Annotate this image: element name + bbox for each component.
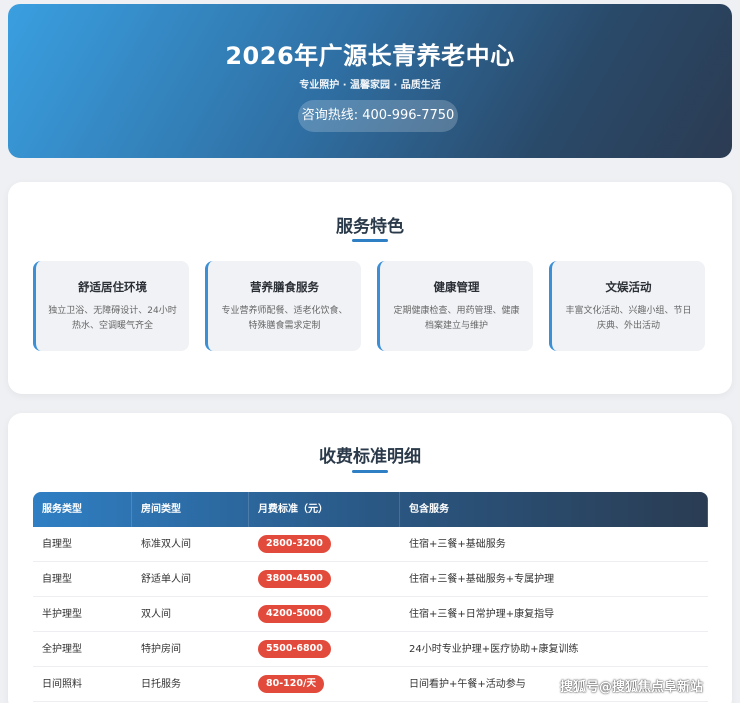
table-row: 半护理型 双人间 4200-5000 住宿+三餐+日常护理+康复指导 <box>33 597 708 632</box>
card-desc: 定期健康检查、用药管理、健康档案建立与维护 <box>393 306 520 331</box>
services-title: 服务特色 <box>336 217 404 237</box>
table-header: 服务类型 房间类型 月费标准（元） 包含服务 <box>33 492 708 527</box>
cell-price: 5500-6800 <box>249 632 400 666</box>
page-title: 2026年广源长青养老中心 <box>225 42 515 70</box>
service-card-nutrition[interactable]: 营养膳食服务 专业营养师配餐、适老化饮食、特殊膳食需求定制 <box>205 261 361 351</box>
fees-title: 收费标准明细 <box>319 447 421 467</box>
table-row: 自理型 标准双人间 2800-3200 住宿+三餐+基础服务 <box>33 527 708 562</box>
cell-room-type: 双人间 <box>141 609 171 620</box>
table-row: 全护理型 特护房间 5500-6800 24小时专业护理+医疗协助+康复训练 <box>33 632 708 667</box>
cell-price: 3800-4500 <box>249 562 400 596</box>
fees-section: 收费标准明细 服务类型 房间类型 月费标准（元） 包含服务 自理型 标准双人间 … <box>8 413 732 703</box>
price-badge: 3800-4500 <box>258 570 331 588</box>
header-service-type: 服务类型 <box>33 492 132 527</box>
cell-room-type: 特护房间 <box>141 644 181 655</box>
cell-service-type: 半护理型 <box>42 609 82 620</box>
price-badge: 80-120/天 <box>258 675 324 693</box>
hero-banner: 2026年广源长青养老中心 专业照护 · 温馨家园 · 品质生活 咨询热线: 4… <box>8 4 732 158</box>
title-underline <box>352 239 388 242</box>
service-card-living[interactable]: 舒适居住环境 独立卫浴、无障碍设计、24小时热水、空调暖气齐全 <box>33 261 189 351</box>
card-title: 舒适居住环境 <box>78 280 147 294</box>
cell-includes: 24小时专业护理+医疗协助+康复训练 <box>409 644 579 655</box>
card-title: 文娱活动 <box>605 280 652 294</box>
title-underline <box>352 470 388 473</box>
cell-includes: 住宿+三餐+基础服务 <box>409 539 506 550</box>
fee-table: 服务类型 房间类型 月费标准（元） 包含服务 自理型 标准双人间 2800-32… <box>33 492 708 702</box>
price-badge: 4200-5000 <box>258 605 331 623</box>
cell-includes: 住宿+三餐+日常护理+康复指导 <box>409 609 555 620</box>
table-row: 自理型 舒适单人间 3800-4500 住宿+三餐+基础服务+专属护理 <box>33 562 708 597</box>
service-card-health[interactable]: 健康管理 定期健康检查、用药管理、健康档案建立与维护 <box>377 261 533 351</box>
services-section: 服务特色 舒适居住环境 独立卫浴、无障碍设计、24小时热水、空调暖气齐全 营养膳… <box>8 182 732 394</box>
hero-subtitle: 专业照护 · 温馨家园 · 品质生活 <box>299 80 441 91</box>
service-card-recreation[interactable]: 文娱活动 丰富文化活动、兴趣小组、节日庆典、外出活动 <box>549 261 705 351</box>
cell-service-type: 自理型 <box>42 539 72 550</box>
header-monthly-fee: 月费标准（元） <box>249 492 400 527</box>
cell-service-type: 自理型 <box>42 574 72 585</box>
cell-includes: 住宿+三餐+基础服务+专属护理 <box>409 574 555 585</box>
cell-price: 2800-3200 <box>249 527 400 561</box>
cell-price: 80-120/天 <box>249 667 400 701</box>
card-desc: 专业营养师配餐、适老化饮食、特殊膳食需求定制 <box>221 306 348 331</box>
cell-price: 4200-5000 <box>249 597 400 631</box>
header-includes: 包含服务 <box>400 492 708 527</box>
card-desc: 丰富文化活动、兴趣小组、节日庆典、外出活动 <box>565 306 692 331</box>
price-badge: 2800-3200 <box>258 535 331 553</box>
cell-service-type: 日间照料 <box>42 679 82 690</box>
cell-room-type: 标准双人间 <box>141 539 191 550</box>
card-title: 健康管理 <box>433 280 480 294</box>
cell-service-type: 全护理型 <box>42 644 82 655</box>
cell-room-type: 日托服务 <box>141 679 181 690</box>
price-badge: 5500-6800 <box>258 640 331 658</box>
header-room-type: 房间类型 <box>132 492 249 527</box>
watermark: 搜狐号@搜狐焦点阜新站 <box>560 680 704 695</box>
hotline-button[interactable]: 咨询热线: 400-996-7750 <box>298 100 458 132</box>
card-title: 营养膳食服务 <box>250 280 319 294</box>
card-desc: 独立卫浴、无障碍设计、24小时热水、空调暖气齐全 <box>48 306 177 331</box>
cell-room-type: 舒适单人间 <box>141 574 191 585</box>
